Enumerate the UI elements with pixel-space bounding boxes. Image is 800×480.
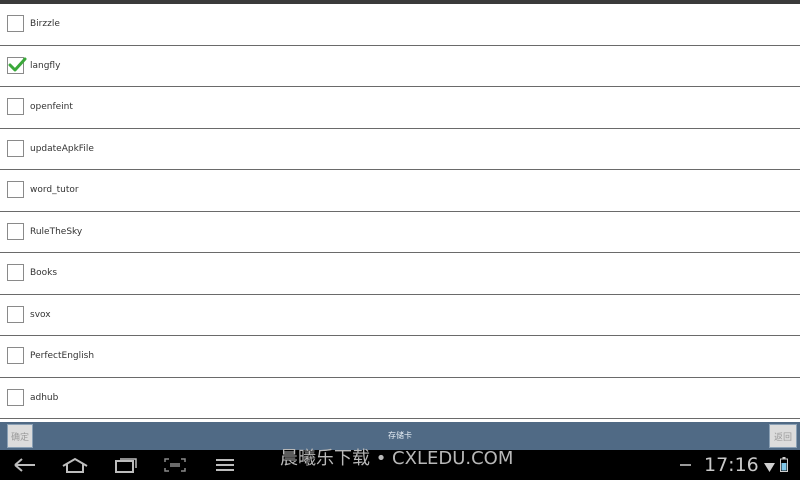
screen: Birzzle langfly openfeint updateApkFile … bbox=[0, 0, 800, 480]
list-item[interactable]: PerfectEnglish bbox=[0, 336, 800, 378]
list-item[interactable]: langfly bbox=[0, 46, 800, 87]
list-item[interactable]: RuleTheSky bbox=[0, 212, 800, 253]
list-item[interactable]: word_tutor bbox=[0, 170, 800, 212]
watermark-text: 晨曦乐下载 • CXLEDU.COM bbox=[280, 448, 514, 469]
back-button[interactable]: 返回 bbox=[769, 424, 797, 448]
screenshot-icon[interactable] bbox=[162, 457, 188, 473]
list-item-label: Books bbox=[30, 268, 58, 278]
list-item-label: PerfectEnglish bbox=[30, 351, 95, 361]
system-bar: 晨曦乐下载 • CXLEDU.COM 17:16 bbox=[0, 450, 800, 480]
list-item-label: updateApkFile bbox=[30, 143, 94, 154]
clock: 17:16 bbox=[704, 454, 759, 476]
list-item[interactable]: Books bbox=[0, 253, 800, 295]
home-icon[interactable] bbox=[61, 457, 88, 473]
list-item[interactable]: adhub bbox=[0, 378, 800, 419]
battery-icon bbox=[780, 457, 788, 476]
checkbox[interactable] bbox=[7, 264, 24, 281]
back-arrow-icon[interactable] bbox=[12, 457, 38, 473]
checkbox[interactable] bbox=[7, 222, 24, 240]
list-item-label: svox bbox=[30, 309, 51, 320]
checkbox[interactable] bbox=[7, 15, 24, 32]
list-item-label: RuleTheSky bbox=[30, 226, 83, 237]
list-item-label: langfly bbox=[30, 60, 61, 71]
menu-icon[interactable] bbox=[212, 457, 238, 473]
action-bar: 确定 存储卡 返回 bbox=[0, 422, 800, 450]
list-item-label: adhub bbox=[30, 392, 59, 403]
checkbox[interactable] bbox=[7, 347, 24, 364]
list-item-label: Birzzle bbox=[30, 19, 60, 29]
storage-title: 存储卡 bbox=[388, 431, 412, 440]
checkbox[interactable] bbox=[7, 305, 24, 323]
list-item-label: word_tutor bbox=[30, 185, 79, 195]
checkbox[interactable] bbox=[7, 181, 24, 198]
list-item[interactable]: openfeint bbox=[0, 87, 800, 129]
checkbox[interactable] bbox=[7, 56, 27, 74]
checkbox[interactable] bbox=[7, 388, 24, 406]
checkbox[interactable] bbox=[7, 139, 24, 157]
list-item[interactable]: Birzzle bbox=[0, 4, 800, 46]
recent-apps-icon[interactable] bbox=[113, 457, 139, 473]
wifi-icon bbox=[764, 458, 775, 477]
checkbox[interactable] bbox=[7, 98, 24, 115]
list-item-label: openfeint bbox=[30, 102, 73, 112]
minus-indicator bbox=[680, 464, 691, 466]
list-item[interactable]: updateApkFile bbox=[0, 129, 800, 170]
folder-list[interactable]: Birzzle langfly openfeint updateApkFile … bbox=[0, 4, 800, 422]
list-item[interactable]: svox bbox=[0, 295, 800, 336]
